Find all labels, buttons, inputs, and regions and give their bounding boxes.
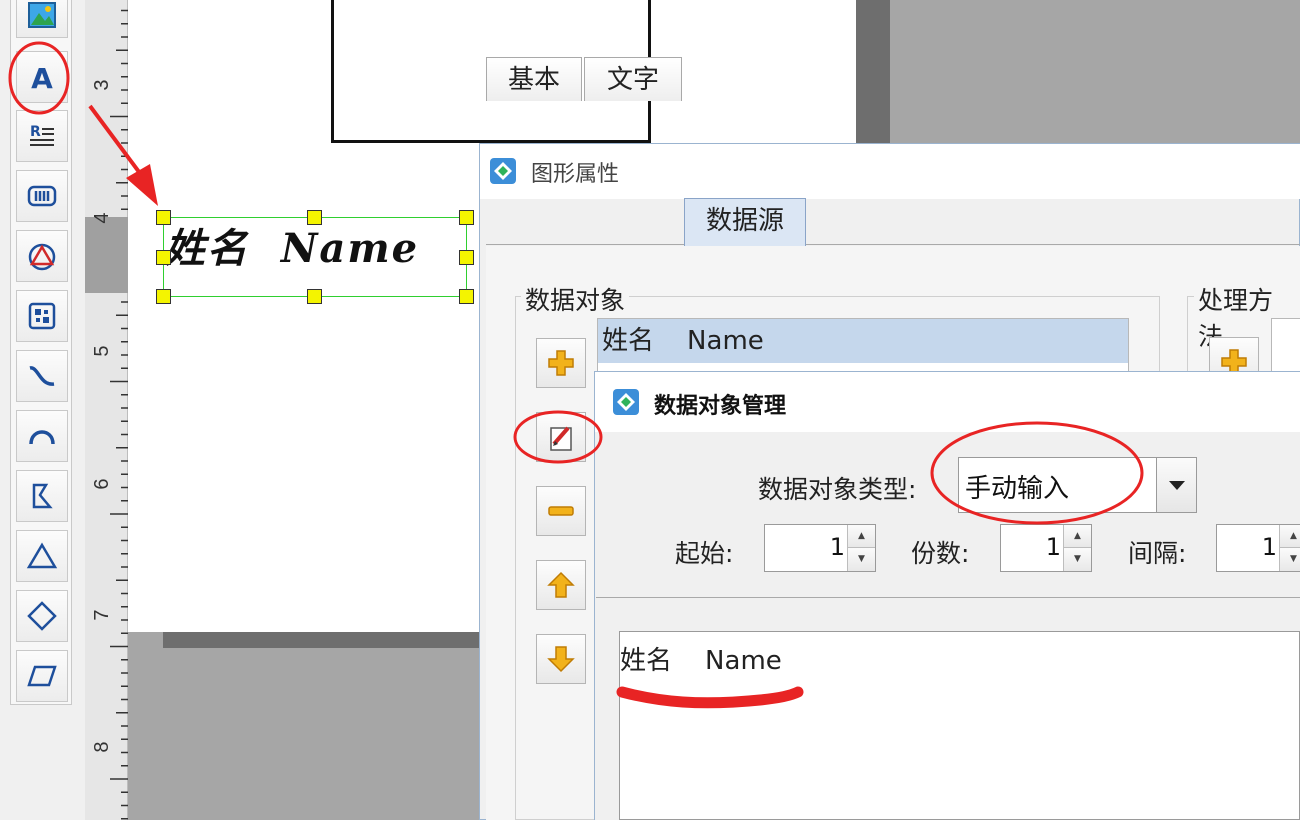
arc-tool-button[interactable] [16,410,68,462]
svg-text:R: R [30,124,41,140]
resize-handle-bottom[interactable] [307,289,322,304]
data-object-type-select[interactable]: 手动输入 [958,457,1197,513]
edit-icon [550,426,572,451]
move-down-icon [547,646,575,673]
image-tool-button[interactable] [16,0,68,38]
add-button[interactable] [536,338,586,388]
screen: A R 3 4 5 6 7 8 姓名 Name 图形属性 基本 文字 数据源 数… [0,0,1300,820]
app-icon [490,158,516,184]
parallelogram-icon [27,665,57,687]
spinner-up-icon[interactable]: ▲ [1280,525,1300,548]
resize-handle-right[interactable] [459,250,474,265]
content-text: 姓名 Name [620,646,782,676]
letter-a-icon: A [31,62,53,93]
content-text-area[interactable]: 姓名 Name [619,631,1300,820]
dropdown-button[interactable] [1156,458,1196,512]
ruler-label-7: 7 [91,609,113,621]
ruler-label-3: 3 [91,79,113,91]
tab-text[interactable]: 文字 [584,57,682,101]
polygon-icon [32,483,53,509]
ruler-label-6: 6 [91,478,113,490]
polygon-tool-button[interactable] [16,470,68,522]
triangle-circle-icon [28,243,56,271]
arc-icon [29,430,55,445]
resize-handle-top-left[interactable] [156,210,171,225]
resize-handle-bottom-left[interactable] [156,289,171,304]
dialog-title-bar[interactable]: 数据对象管理 [595,372,1300,432]
interval-label: 间隔: [1128,539,1187,568]
start-value: 1 [829,533,845,561]
rich-text-icon: R [30,124,54,146]
remove-button[interactable] [536,486,586,536]
barcode-icon [27,185,57,207]
dialog-title: 图形属性 [531,162,620,187]
image-icon [28,2,56,28]
edit-button[interactable] [536,412,586,462]
spinner-up-icon[interactable]: ▲ [848,525,875,548]
dialog-title: 数据对象管理 [654,394,787,419]
tab-basic[interactable]: 基本 [486,57,582,101]
shape-tool-button[interactable] [16,230,68,282]
add-icon [548,350,574,376]
interval-value: 1 [1261,533,1277,561]
remove-icon [548,506,574,516]
tool-palette: A R [0,0,85,820]
list-item[interactable]: 姓名 Name [598,319,1128,363]
separator [596,597,1300,598]
ruler-label-8: 8 [91,741,113,753]
curve-tool-button[interactable] [16,350,68,402]
triangle-tool-button[interactable] [16,530,68,582]
resize-handle-left[interactable] [156,250,171,265]
start-spinner[interactable]: 1 ▲ ▼ [764,524,876,572]
ruler-ticks [110,9,128,820]
tab-divider [486,244,1300,245]
parallelogram-tool-button[interactable] [16,650,68,702]
ruler-label-4: 4 [91,212,113,224]
qrcode-icon [28,302,56,330]
copies-label: 份数: [911,539,970,568]
text-tool-button[interactable]: A [16,51,68,103]
spinner-up-icon[interactable]: ▲ [1064,525,1091,548]
resize-handle-bottom-right[interactable] [459,289,474,304]
curve-icon [29,366,55,386]
spinner-buttons: ▲ ▼ [1063,525,1091,571]
spinner-down-icon[interactable]: ▼ [1064,548,1091,571]
diamond-tool-button[interactable] [16,590,68,642]
move-up-icon [547,571,575,598]
spinner-buttons: ▲ ▼ [1279,525,1300,571]
resize-handle-top[interactable] [307,210,322,225]
spinner-down-icon[interactable]: ▼ [1280,548,1300,571]
dialog-title-bar[interactable]: 图形属性 [480,144,1300,199]
app-icon [613,389,639,415]
resize-handle-top-right[interactable] [459,210,474,225]
ruler-selection-highlight [85,217,128,293]
interval-spinner[interactable]: 1 ▲ ▼ [1216,524,1300,572]
ruler-label-5: 5 [91,345,113,357]
tab-data-source[interactable]: 数据源 [684,198,806,246]
data-object-type-value: 手动输入 [965,474,1070,504]
spinner-down-icon[interactable]: ▼ [848,548,875,571]
spinner-buttons: ▲ ▼ [847,525,875,571]
chevron-down-icon [1168,481,1185,490]
move-down-button[interactable] [536,634,586,684]
copies-value: 1 [1045,533,1061,561]
triangle-icon [26,542,58,569]
vertical-ruler [85,0,128,820]
qrcode-tool-button[interactable] [16,290,68,342]
barcode-tool-button[interactable] [16,170,68,222]
data-object-type-label: 数据对象类型: [758,475,917,504]
start-label: 起始: [675,539,734,568]
move-up-button[interactable] [536,560,586,610]
data-objects-group-title: 数据对象 [521,281,630,317]
diamond-icon [27,601,57,631]
svg-text:A: A [31,62,53,93]
rich-text-tool-button[interactable]: R [16,110,68,162]
copies-spinner[interactable]: 1 ▲ ▼ [1000,524,1092,572]
data-object-list[interactable]: 姓名 Name [597,318,1129,378]
processing-list[interactable] [1271,318,1300,373]
text-object[interactable]: 姓名 Name [165,218,465,280]
